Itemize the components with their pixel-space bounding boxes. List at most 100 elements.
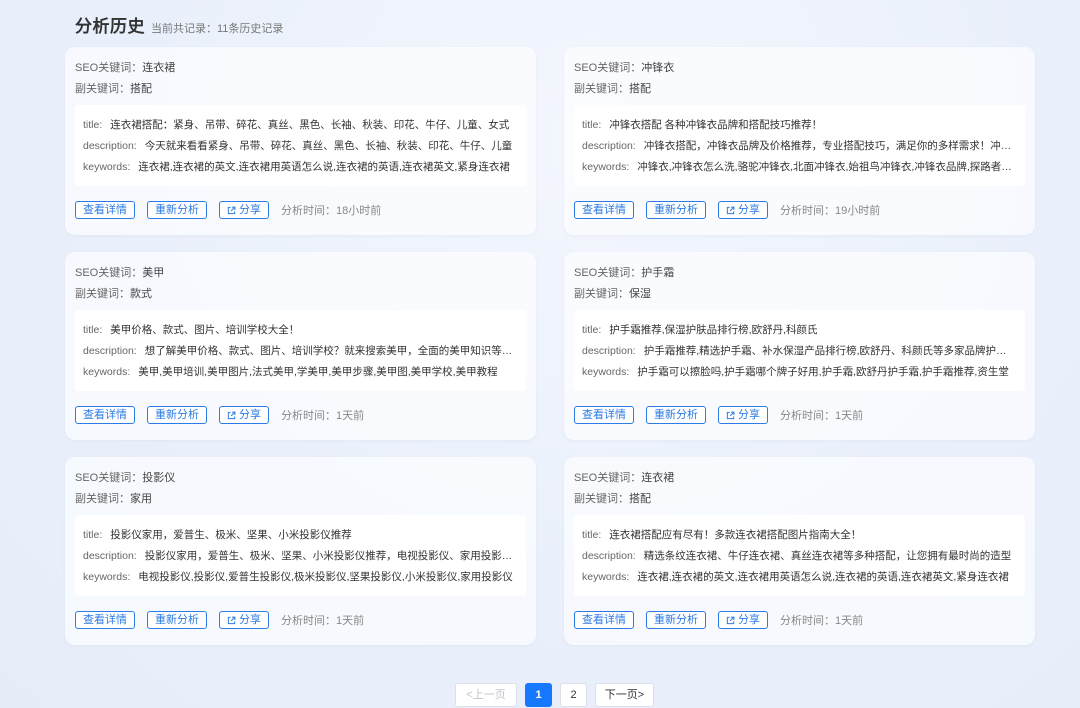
title-value: 冲锋衣搭配 各种冲锋衣品牌和搭配技巧推荐！ bbox=[609, 119, 823, 131]
result-title: title: 连衣裙搭配：紧身、吊带、碎花、真丝、黑色、长袖、秋装、印花、牛仔、儿… bbox=[83, 115, 516, 136]
result-title: title: 连衣裙搭配应有尽有！多款连衣裙搭配图片指南大全！ bbox=[582, 525, 1015, 546]
result-description: description: 精选条纹连衣裙、牛仔连衣裙、真丝连衣裙等多种搭配，让您拥… bbox=[582, 546, 1015, 567]
sub-keyword: 副关键词：搭配 bbox=[75, 80, 152, 96]
analysis-time-label: 分析时间： bbox=[281, 205, 336, 217]
analysis-time-value: 19小时前 bbox=[835, 205, 881, 217]
result-keywords: keywords: 连衣裙,连衣裙的英文,连衣裙用英语怎么说,连衣裙的英语,连衣裙… bbox=[582, 567, 1015, 588]
history-card: SEO关键词：连衣裙 副关键词：搭配 title: 连衣裙搭配应有尽有！多款连衣裙… bbox=[564, 457, 1035, 645]
sub-keyword-value: 搭配 bbox=[629, 83, 651, 95]
record-count: 当前共记录：11条历史记录 bbox=[151, 23, 284, 35]
page-2-button[interactable]: 2 bbox=[560, 683, 587, 707]
seo-result-box: title: 连衣裙搭配应有尽有！多款连衣裙搭配图片指南大全！ descripti… bbox=[574, 515, 1025, 596]
share-icon bbox=[726, 616, 735, 624]
seo-keyword: SEO关键词：护手霜 bbox=[574, 264, 674, 280]
seo-keyword: SEO关键词：投影仪 bbox=[75, 469, 175, 485]
reanalyze-button[interactable]: 重新分析 bbox=[147, 406, 207, 424]
share-button[interactable]: 分享 bbox=[718, 201, 768, 219]
analysis-time-value: 1天前 bbox=[336, 410, 365, 422]
view-detail-button[interactable]: 查看详情 bbox=[574, 201, 634, 219]
description-value: 冲锋衣搭配，冲锋衣品牌及价格推荐，专业搭配技巧，满足你的多样需求！冲锋衣 bbox=[643, 140, 1015, 152]
sub-keyword-value: 搭配 bbox=[130, 83, 152, 95]
history-card: SEO关键词：护手霜 副关键词：保湿 title: 护手霜推荐,保湿护肤品排行榜,… bbox=[564, 252, 1035, 440]
title-key: title: bbox=[83, 119, 103, 131]
seo-keyword-value: 连衣裙 bbox=[641, 472, 675, 484]
result-description: description: 投影仪家用，爱普生、极米、坚果、小米投影仪推荐，电视投影… bbox=[83, 546, 516, 567]
seo-keyword: SEO关键词：冲锋衣 bbox=[574, 59, 674, 75]
view-detail-button[interactable]: 查看详情 bbox=[574, 406, 634, 424]
seo-keyword-label: SEO关键词： bbox=[75, 267, 143, 279]
prev-page-button[interactable]: <上一页 bbox=[455, 683, 517, 707]
description-value: 护手霜推荐,精选护手霜、补水保湿产品排行榜,欧舒丹、科颜氏等多家品牌护手霜 bbox=[643, 345, 1015, 357]
keywords-key: keywords: bbox=[83, 161, 131, 173]
description-key: description: bbox=[582, 140, 636, 152]
share-button[interactable]: 分享 bbox=[718, 611, 768, 629]
title-key: title: bbox=[582, 529, 602, 541]
history-card: SEO关键词：投影仪 副关键词：家用 title: 投影仪家用，爱普生、极米、坚果… bbox=[65, 457, 536, 645]
share-label: 分享 bbox=[239, 204, 261, 216]
share-button[interactable]: 分享 bbox=[219, 611, 269, 629]
description-key: description: bbox=[83, 550, 137, 562]
view-detail-button[interactable]: 查看详情 bbox=[574, 611, 634, 629]
sub-keyword: 副关键词：家用 bbox=[75, 490, 152, 506]
sub-keyword-value: 家用 bbox=[130, 493, 152, 505]
keywords-value: 护手霜可以擦脸吗,护手霜哪个牌子好用,护手霜,欧舒丹护手霜,护手霜推荐,资生堂 bbox=[637, 366, 1009, 378]
reanalyze-button[interactable]: 重新分析 bbox=[646, 406, 706, 424]
share-label: 分享 bbox=[239, 614, 261, 626]
share-button[interactable]: 分享 bbox=[219, 201, 269, 219]
keywords-key: keywords: bbox=[582, 161, 630, 173]
reanalyze-button[interactable]: 重新分析 bbox=[147, 611, 207, 629]
sub-keyword: 副关键词：搭配 bbox=[574, 80, 651, 96]
seo-keyword-label: SEO关键词： bbox=[574, 62, 642, 74]
reanalyze-button[interactable]: 重新分析 bbox=[147, 201, 207, 219]
seo-result-box: title: 连衣裙搭配：紧身、吊带、碎花、真丝、黑色、长袖、秋装、印花、牛仔、儿… bbox=[75, 105, 526, 186]
share-label: 分享 bbox=[239, 409, 261, 421]
share-label: 分享 bbox=[738, 614, 760, 626]
keywords-value: 冲锋衣,冲锋衣怎么洗,骆驼冲锋衣,北面冲锋衣,始祖鸟冲锋衣,冲锋衣品牌,探路者冲… bbox=[637, 161, 1015, 173]
seo-keyword-value: 投影仪 bbox=[142, 472, 176, 484]
result-keywords: keywords: 连衣裙,连衣裙的英文,连衣裙用英语怎么说,连衣裙的英语,连衣裙… bbox=[83, 157, 516, 178]
card-actions: 查看详情 重新分析 分享 分析时间：19小时前 bbox=[574, 201, 880, 219]
keywords-value: 连衣裙,连衣裙的英文,连衣裙用英语怎么说,连衣裙的英语,连衣裙英文,紧身连衣裙 bbox=[138, 161, 510, 173]
keywords-value: 美甲,美甲培训,美甲图片,法式美甲,学美甲,美甲步骤,美甲图,美甲学校,美甲教程 bbox=[138, 366, 498, 378]
analysis-time-value: 1天前 bbox=[835, 410, 864, 422]
seo-result-box: title: 投影仪家用，爱普生、极米、坚果、小米投影仪推荐 descriptio… bbox=[75, 515, 526, 596]
card-actions: 查看详情 重新分析 分享 分析时间：1天前 bbox=[574, 611, 863, 629]
result-title: title: 冲锋衣搭配 各种冲锋衣品牌和搭配技巧推荐！ bbox=[582, 115, 1015, 136]
sub-keyword: 副关键词：保湿 bbox=[574, 285, 651, 301]
seo-result-box: title: 冲锋衣搭配 各种冲锋衣品牌和搭配技巧推荐！ description:… bbox=[574, 105, 1025, 186]
analysis-time-value: 1天前 bbox=[336, 615, 365, 627]
pagination: <上一页 1 2 下一页> bbox=[455, 683, 662, 707]
card-actions: 查看详情 重新分析 分享 分析时间：1天前 bbox=[75, 611, 364, 629]
share-icon bbox=[726, 411, 735, 419]
reanalyze-button[interactable]: 重新分析 bbox=[646, 611, 706, 629]
analysis-time-value: 18小时前 bbox=[336, 205, 382, 217]
view-detail-button[interactable]: 查看详情 bbox=[75, 611, 135, 629]
sub-keyword-value: 保湿 bbox=[629, 288, 651, 300]
analysis-time-label: 分析时间： bbox=[281, 615, 336, 627]
card-actions: 查看详情 重新分析 分享 分析时间：1天前 bbox=[574, 406, 863, 424]
view-detail-button[interactable]: 查看详情 bbox=[75, 406, 135, 424]
result-description: description: 冲锋衣搭配，冲锋衣品牌及价格推荐，专业搭配技巧，满足你的… bbox=[582, 136, 1015, 157]
next-page-button[interactable]: 下一页> bbox=[595, 683, 654, 707]
sub-keyword-label: 副关键词： bbox=[75, 83, 130, 95]
seo-keyword-label: SEO关键词： bbox=[75, 62, 143, 74]
reanalyze-button[interactable]: 重新分析 bbox=[646, 201, 706, 219]
result-keywords: keywords: 护手霜可以擦脸吗,护手霜哪个牌子好用,护手霜,欧舒丹护手霜,护… bbox=[582, 362, 1015, 383]
result-description: description: 护手霜推荐,精选护手霜、补水保湿产品排行榜,欧舒丹、科颜… bbox=[582, 341, 1015, 362]
share-button[interactable]: 分享 bbox=[219, 406, 269, 424]
sub-keyword-label: 副关键词： bbox=[574, 493, 629, 505]
seo-keyword-label: SEO关键词： bbox=[574, 267, 642, 279]
result-description: description: 想了解美甲价格、款式、图片、培训学校？就来搜索美甲，全面… bbox=[83, 341, 516, 362]
keywords-value: 电视投影仪,投影仪,爱普生投影仪,极米投影仪,坚果投影仪,小米投影仪,家用投影仪 bbox=[138, 571, 513, 583]
result-title: title: 投影仪家用，爱普生、极米、坚果、小米投影仪推荐 bbox=[83, 525, 516, 546]
analysis-time-label: 分析时间： bbox=[780, 205, 835, 217]
analysis-time: 分析时间：19小时前 bbox=[780, 202, 880, 218]
sub-keyword-label: 副关键词： bbox=[75, 493, 130, 505]
title-key: title: bbox=[582, 324, 602, 336]
share-button[interactable]: 分享 bbox=[718, 406, 768, 424]
sub-keyword-value: 搭配 bbox=[629, 493, 651, 505]
card-actions: 查看详情 重新分析 分享 分析时间：18小时前 bbox=[75, 201, 381, 219]
share-icon bbox=[227, 206, 236, 214]
page-1-button[interactable]: 1 bbox=[525, 683, 552, 707]
view-detail-button[interactable]: 查看详情 bbox=[75, 201, 135, 219]
